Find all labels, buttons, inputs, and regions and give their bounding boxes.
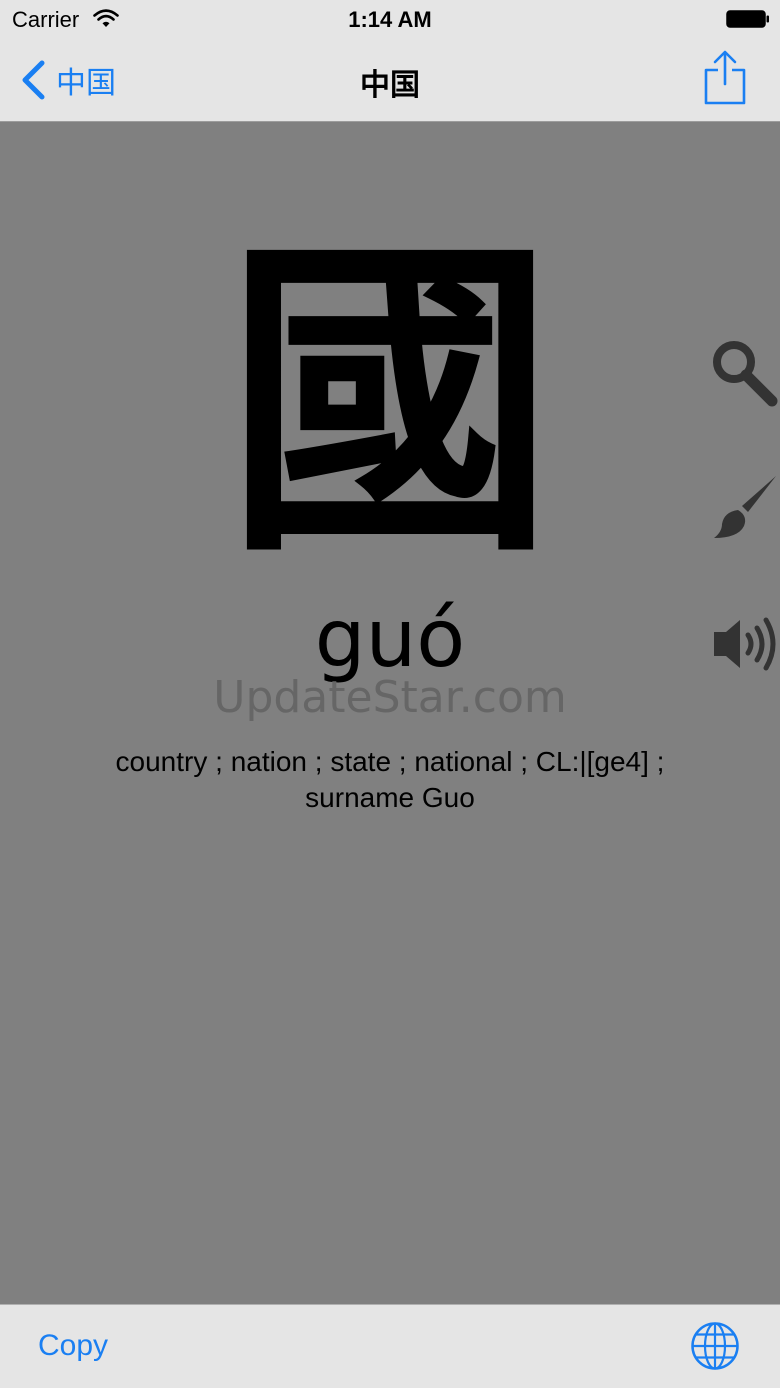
navigation-bar: 中国 中国 [0, 40, 780, 122]
search-icon[interactable] [708, 338, 780, 410]
page-title: 中国 [360, 68, 420, 103]
brush-icon[interactable] [708, 472, 780, 544]
svg-text:國: 國 [240, 232, 540, 562]
back-button-label: 中国 [56, 66, 116, 101]
chevron-left-icon [22, 60, 45, 100]
battery-icon [726, 10, 769, 28]
definition-line: country ; nation ; state ; national ; CL… [115, 746, 665, 777]
globe-icon[interactable] [690, 1321, 740, 1371]
bottom-toolbar: Copy [0, 1304, 780, 1388]
clock: 1:14 AM [348, 7, 432, 32]
share-icon[interactable] [704, 50, 746, 106]
calligraphy-character: 國 [240, 232, 540, 562]
definition-line: surname Guo [305, 782, 475, 813]
character-detail-view: 國 guó UpdateStar.com country ; nation ; … [0, 122, 780, 1304]
status-bar: Carrier 1:14 AM [0, 0, 780, 40]
watermark: UpdateStar.com [213, 672, 567, 723]
back-button[interactable]: 中国 [20, 56, 116, 104]
definition-text: country ; nation ; state ; national ; CL… [70, 744, 710, 816]
speaker-icon[interactable] [708, 608, 780, 680]
copy-button[interactable]: Copy [38, 1329, 108, 1363]
